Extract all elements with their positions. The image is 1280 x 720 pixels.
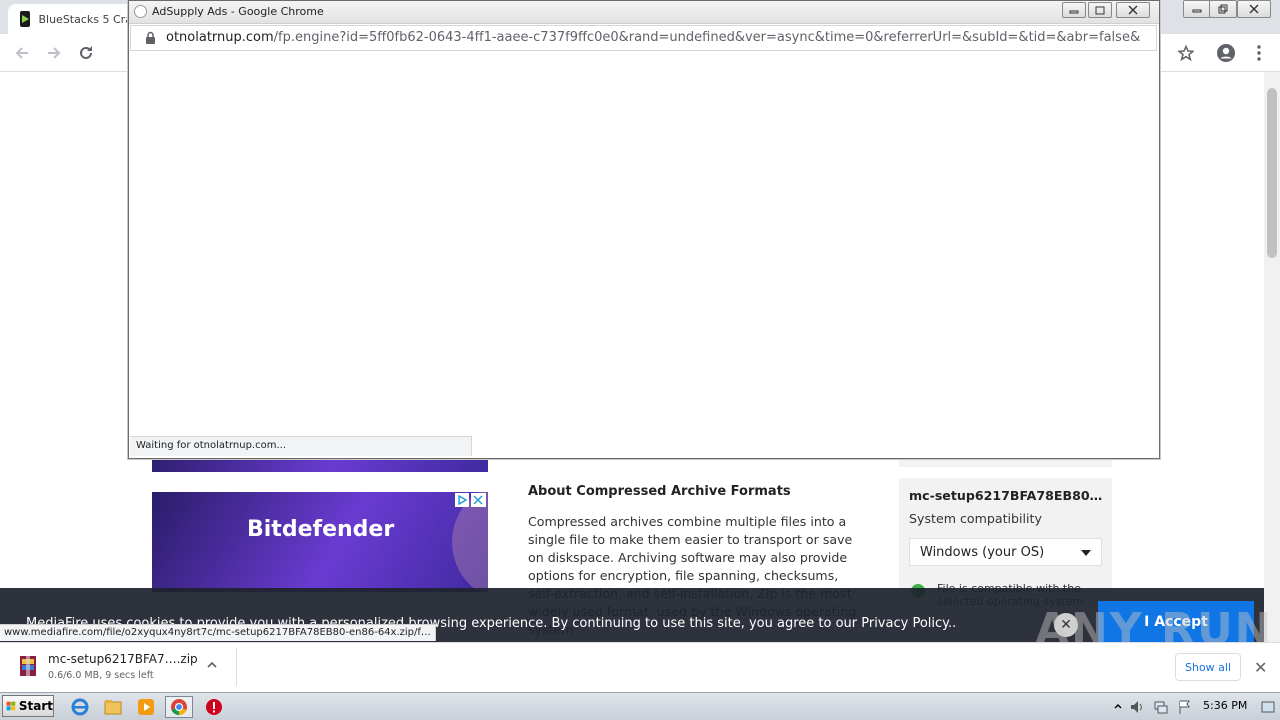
forward-arrow-icon[interactable] (43, 42, 65, 64)
minimize-button[interactable] (1183, 0, 1211, 18)
popup-loading-status: Waiting for otnolatrnup.com... (130, 436, 472, 456)
popup-title: AdSupply Ads - Google Chrome (152, 5, 324, 18)
article-heading: About Compressed Archive Formats (528, 484, 791, 499)
back-arrow-icon[interactable] (11, 42, 33, 64)
show-all-button[interactable]: Show all (1175, 653, 1241, 681)
scrollbar-thumb[interactable] (1267, 88, 1277, 258)
bookmark-star-icon[interactable] (1175, 42, 1197, 64)
zip-file-icon (18, 655, 38, 677)
tray-expand-icon[interactable] (1108, 697, 1128, 717)
profile-avatar-icon[interactable] (1215, 42, 1237, 64)
explorer-folder-icon[interactable] (103, 697, 123, 717)
chrome-taskbar-icon[interactable] (165, 696, 193, 718)
restore-button[interactable] (1209, 0, 1237, 18)
popup-maximize-button[interactable] (1088, 2, 1112, 18)
chevron-up-icon[interactable] (206, 659, 218, 671)
close-download-bar-icon[interactable]: ✕ (1254, 658, 1267, 677)
ad-person-shape (452, 492, 488, 592)
media-player-icon[interactable] (136, 697, 156, 717)
windows-logo-icon (6, 701, 16, 711)
action-center-flag-icon[interactable] (1175, 697, 1195, 717)
network-icon[interactable] (1151, 697, 1171, 717)
tab-title: BlueStacks 5 Crac (38, 12, 138, 26)
volume-icon[interactable] (1127, 697, 1147, 717)
bluestacks-favicon-icon (20, 11, 31, 27)
caret-down-icon (1081, 550, 1091, 556)
lock-icon[interactable] (145, 31, 156, 44)
ad-close-icon[interactable] (471, 493, 486, 507)
popup-url-host: otnolatrnup.com (166, 30, 274, 45)
stop-sign-icon[interactable] (204, 697, 224, 717)
reload-icon[interactable] (75, 42, 97, 64)
ad-brand-text: Bitdefender (247, 517, 395, 542)
start-label: Start (18, 699, 53, 713)
download-progress-text: 0.6/6.0 MB, 9 secs left (48, 670, 154, 681)
popup-url[interactable]: otnolatrnup.com/fp.engine?id=5ff0fb62-06… (166, 30, 1141, 45)
popup-close-button[interactable] (1116, 2, 1150, 18)
taskbar-clock: 5:36 PM (1203, 699, 1248, 712)
kebab-menu-icon[interactable] (1248, 42, 1270, 64)
popup-content-area (130, 52, 1157, 457)
sidebar-filename: mc-setup6217BFA78EB80-en… (909, 488, 1104, 503)
bitdefender-ad[interactable]: Bitdefender (152, 492, 488, 592)
link-status-bubble: www.mediafire.com/file/o2xyqux4ny8rt7c/m… (0, 624, 436, 641)
compat-label: System compatibility (909, 511, 1042, 526)
close-window-button[interactable] (1237, 0, 1271, 18)
os-select[interactable]: Windows (your OS) (909, 538, 1102, 566)
os-select-value: Windows (your OS) (920, 544, 1045, 560)
popup-globe-icon (134, 5, 147, 18)
popup-url-path: /fp.engine?id=5ff0fb62-0643-4ff1-aaee-c7… (273, 30, 1141, 45)
adchoices-icon[interactable] (455, 493, 469, 507)
download-divider (236, 648, 237, 686)
ie-icon[interactable] (70, 697, 90, 717)
browser-tab[interactable]: BlueStacks 5 Crac (8, 4, 138, 34)
popup-minimize-button[interactable] (1062, 2, 1086, 18)
download-file-name[interactable]: mc-setup6217BFA7….zip (48, 652, 198, 666)
download-bar (0, 642, 1280, 692)
show-desktop-icon[interactable] (1258, 697, 1278, 717)
start-button[interactable]: Start (2, 695, 54, 717)
